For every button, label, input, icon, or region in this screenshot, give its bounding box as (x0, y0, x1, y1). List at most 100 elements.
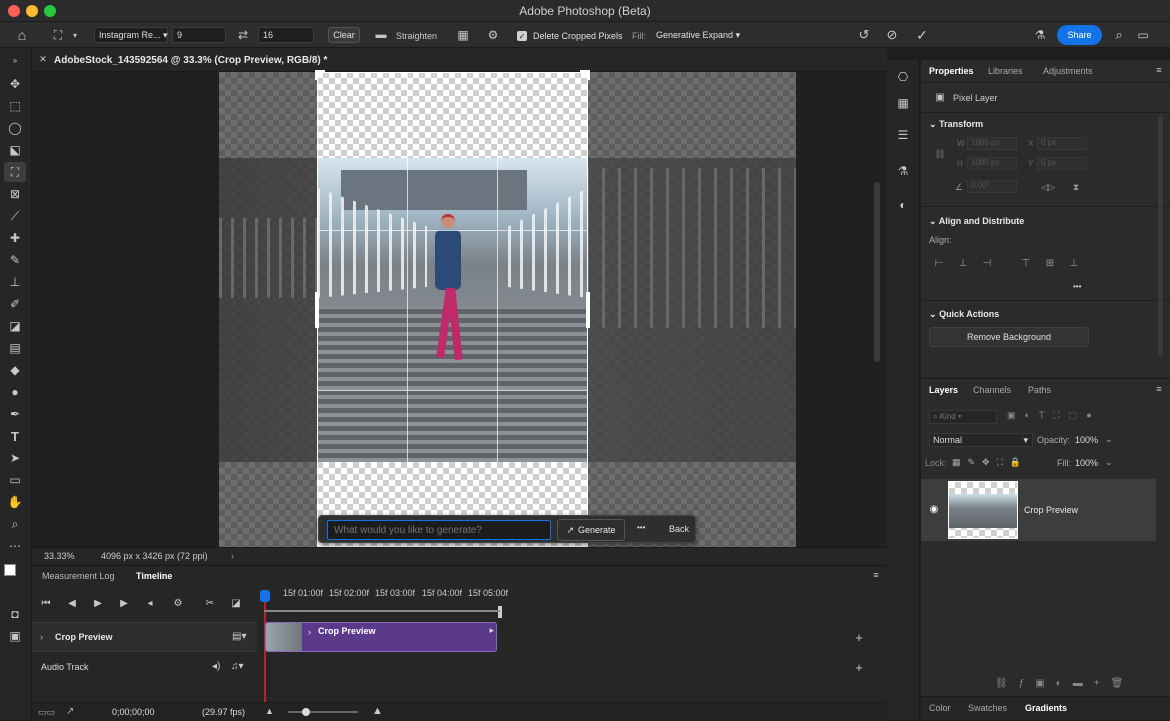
add-audio-icon[interactable]: + (852, 660, 866, 675)
previous-frame-icon[interactable]: ◀ (64, 596, 80, 610)
generate-button[interactable]: ↗ Generate (557, 519, 625, 541)
beta-panel-icon[interactable]: ⚗ (894, 162, 912, 180)
tab-gradients[interactable]: Gradients (1025, 703, 1067, 713)
flip-horizontal-icon[interactable]: ◁▷ (1041, 181, 1055, 193)
commit-check-icon[interactable]: ✓ (913, 26, 931, 44)
dodge-tool-icon[interactable]: ● (4, 382, 26, 402)
more-align-options[interactable]: ••• (1073, 282, 1081, 291)
canvas-area[interactable]: ↗ Generate ••• Back (32, 70, 887, 547)
properties-scrollbar[interactable] (1158, 116, 1163, 356)
add-media-icon[interactable]: + (852, 630, 866, 645)
type-tool-icon[interactable]: T (4, 426, 26, 446)
transition-icon[interactable]: ◪ (228, 596, 244, 610)
video-clip[interactable]: › Crop Preview ▸ (265, 622, 497, 652)
pen-tool-icon[interactable]: ✒ (4, 404, 26, 424)
more-options-button[interactable]: ••• (637, 523, 645, 532)
transform-section-header[interactable]: ⌄ Transform (929, 119, 983, 130)
video-track-header[interactable]: › Crop Preview ▤▾ (32, 622, 257, 652)
crop-tool-icon[interactable]: ⛶ (48, 26, 68, 44)
rectangle-tool-icon[interactable]: ▭ (4, 470, 26, 490)
layer-kind-filter[interactable]: ⌕ Kind ▾ (929, 410, 997, 424)
chevron-right-icon[interactable]: › (40, 632, 43, 642)
zoom-tool-icon[interactable]: ⌕ (4, 514, 26, 534)
link-icon[interactable]: ⛓ (934, 148, 945, 160)
panel-menu-icon[interactable]: ≡ (870, 570, 882, 580)
generate-prompt-input[interactable] (327, 520, 551, 540)
render-icon[interactable]: ↗ (66, 706, 74, 717)
layer-fill-value[interactable]: 100% (1075, 458, 1098, 468)
height-ratio-input[interactable]: 16 (258, 27, 314, 43)
zoom-level[interactable]: 33.33% (44, 551, 75, 561)
chevron-right-icon[interactable]: › (231, 551, 234, 561)
close-tab-icon[interactable]: ✕ (38, 54, 48, 64)
cancel-icon[interactable]: ⊘ (883, 26, 901, 44)
width-input[interactable]: 1080 px (967, 137, 1017, 150)
clip-options-icon[interactable]: ▸ (489, 625, 494, 636)
quick-actions-header[interactable]: ⌄ Quick Actions (929, 309, 999, 320)
home-icon[interactable]: ⌂ (12, 26, 32, 44)
layer-footer-icons[interactable]: ⛓ƒ▣◐▬+🗑 (995, 678, 1134, 689)
workspace-icon[interactable]: ▭ (1134, 26, 1152, 44)
eraser-tool-icon[interactable]: ◪ (4, 316, 26, 336)
straighten-icon[interactable]: ▬ (372, 26, 390, 44)
zoom-out-icon[interactable]: ▲ (265, 706, 274, 716)
timeline-ruler[interactable]: 15f 01:00f 15f 02:00f 15f 03:00f 15f 04:… (283, 588, 883, 602)
beta-flask-icon[interactable]: ⚗ (1031, 26, 1049, 44)
hand-tool-icon[interactable]: ✋ (4, 492, 26, 512)
width-ratio-input[interactable]: 9 (172, 27, 226, 43)
expand-toolbar-icon[interactable]: » (4, 50, 26, 70)
height-input[interactable]: 1080 px (967, 157, 1017, 170)
adjustments-panel-icon[interactable]: ◐ (894, 196, 912, 214)
crop-handle-top-right[interactable] (580, 70, 590, 80)
tab-layers[interactable]: Layers (929, 385, 958, 395)
lasso-tool-icon[interactable]: ◯ (4, 118, 26, 138)
swap-icon[interactable]: ⇄ (234, 26, 252, 44)
layer-filter-icons[interactable]: ▣◐T⛶⬚● (1007, 410, 1101, 421)
delete-cropped-checkbox[interactable]: ✓ (517, 31, 527, 41)
brush-tool-icon[interactable]: ✎ (4, 250, 26, 270)
timeline-zoom-thumb[interactable] (302, 708, 310, 716)
align-center-h-icon[interactable]: ⊥ (956, 256, 970, 270)
y-input[interactable]: 0 px (1037, 157, 1087, 170)
blend-mode-select[interactable]: Normal ▾ (929, 433, 1033, 447)
more-tools-icon[interactable]: ⋯ (4, 536, 26, 556)
healing-brush-icon[interactable]: ✚ (4, 228, 26, 248)
play-icon[interactable]: ▶ (90, 596, 106, 610)
libraries-panel-icon[interactable]: ⎔ (894, 68, 912, 86)
fill-select[interactable]: Generative Expand ▾ (652, 27, 748, 43)
align-bottom-icon[interactable]: ⊥ (1067, 256, 1081, 270)
foreground-color-swatch[interactable] (4, 564, 16, 576)
quick-mask-icon[interactable]: ◘ (4, 604, 26, 624)
next-frame-icon[interactable]: ▶ (116, 596, 132, 610)
search-icon[interactable]: ⌕ (1110, 26, 1128, 44)
tab-timeline[interactable]: Timeline (136, 571, 172, 581)
back-button[interactable]: Back (669, 524, 689, 534)
frame-mode-icon[interactable]: ▭▭ (38, 707, 55, 718)
clear-button[interactable]: Clear (328, 27, 360, 43)
object-selection-icon[interactable]: ⬕ (4, 140, 26, 160)
opacity-value[interactable]: 100% (1075, 435, 1098, 445)
angle-input[interactable]: 0.00° (967, 180, 1017, 193)
crop-handle-left[interactable] (315, 292, 319, 328)
tab-channels[interactable]: Channels (973, 385, 1011, 395)
share-button[interactable]: Share (1057, 25, 1102, 45)
tab-libraries[interactable]: Libraries (988, 66, 1023, 76)
visibility-eye-icon[interactable]: ◉ (927, 503, 941, 515)
eyedropper-icon[interactable]: ⟋ (4, 206, 26, 226)
work-area-bar[interactable] (264, 610, 500, 612)
document-tab-title[interactable]: AdobeStock_143592564 @ 33.3% (Crop Previ… (54, 55, 327, 66)
lock-icons[interactable]: ▦✎✥⛶🔒 (952, 457, 1028, 468)
align-left-icon[interactable]: ⊢ (932, 256, 946, 270)
crop-handle-top-left[interactable] (315, 70, 325, 80)
properties-panel-icon[interactable]: ☰ (894, 126, 912, 144)
film-icon[interactable]: ▤▾ (232, 631, 246, 642)
layer-row[interactable]: ◉ Crop Preview (921, 479, 1156, 541)
align-middle-v-icon[interactable]: ⊞ (1043, 256, 1057, 270)
path-selection-icon[interactable]: ➤ (4, 448, 26, 468)
blur-tool-icon[interactable]: ◆ (4, 360, 26, 380)
history-panel-icon[interactable]: ▦ (894, 94, 912, 112)
settings-icon[interactable]: ⚙ (170, 596, 186, 610)
gradient-tool-icon[interactable]: ▤ (4, 338, 26, 358)
history-brush-icon[interactable]: ✐ (4, 294, 26, 314)
tab-color[interactable]: Color (929, 703, 951, 713)
